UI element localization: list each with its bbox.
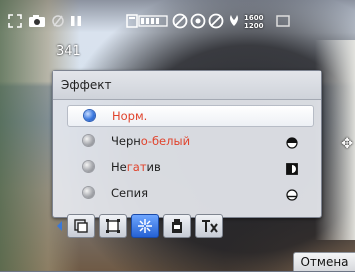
timer-icon bbox=[172, 219, 182, 233]
sepia-circle-icon bbox=[286, 186, 298, 201]
white-balance-icon bbox=[172, 13, 188, 32]
battery-memory-icon bbox=[126, 13, 170, 32]
settings-tx-icon bbox=[202, 220, 218, 233]
frame-button[interactable] bbox=[67, 214, 95, 238]
option-label: Норм. bbox=[112, 109, 148, 123]
flash-off-icon bbox=[52, 14, 64, 31]
effect-menu: Эффект Норм. Черно-белый Негатив Сепия bbox=[52, 70, 322, 238]
radio-icon bbox=[83, 187, 94, 198]
exposure-icon bbox=[208, 13, 224, 32]
fullscreen-icon[interactable] bbox=[8, 14, 22, 31]
iso-icon bbox=[190, 13, 206, 32]
option-label: Сепия bbox=[111, 186, 149, 200]
pause-icon bbox=[70, 14, 82, 31]
frame-icon bbox=[74, 219, 88, 233]
timer-button[interactable] bbox=[163, 214, 191, 238]
quality-icon bbox=[276, 14, 290, 31]
radio-icon bbox=[83, 135, 94, 146]
option-label: Негатив bbox=[111, 160, 161, 174]
effect-option-normal[interactable]: Норм. bbox=[67, 105, 314, 127]
effect-wand-icon bbox=[138, 219, 152, 233]
crop-button[interactable] bbox=[99, 214, 127, 238]
scroll-left-arrow-icon[interactable] bbox=[57, 221, 62, 231]
resolution-indicator: 1600 1200 bbox=[244, 14, 264, 30]
half-circle-icon bbox=[286, 134, 298, 149]
effect-option-negative[interactable]: Негатив bbox=[67, 157, 312, 177]
menu-title: Эффект bbox=[61, 78, 112, 92]
radio-selected-icon bbox=[84, 110, 95, 121]
camera-toolbar bbox=[57, 214, 315, 238]
move-cursor-icon: ✥ bbox=[341, 136, 353, 152]
camera-mode-icon[interactable] bbox=[28, 14, 46, 31]
macro-icon bbox=[226, 12, 242, 31]
camera-status-bar: 1600 1200 bbox=[0, 0, 355, 42]
crop-icon bbox=[106, 219, 120, 233]
negative-square-icon bbox=[286, 160, 298, 175]
radio-icon bbox=[83, 161, 94, 172]
cancel-softkey[interactable]: Отмена bbox=[293, 252, 355, 271]
effect-button[interactable] bbox=[131, 214, 159, 238]
menu-header: Эффект bbox=[53, 71, 321, 100]
effect-option-black-white[interactable]: Черно-белый bbox=[67, 131, 312, 151]
shots-remaining: 341 bbox=[56, 44, 81, 59]
settings-button[interactable] bbox=[195, 214, 223, 238]
effect-option-sepia[interactable]: Сепия bbox=[67, 183, 312, 203]
option-label: Черно-белый bbox=[111, 134, 191, 148]
